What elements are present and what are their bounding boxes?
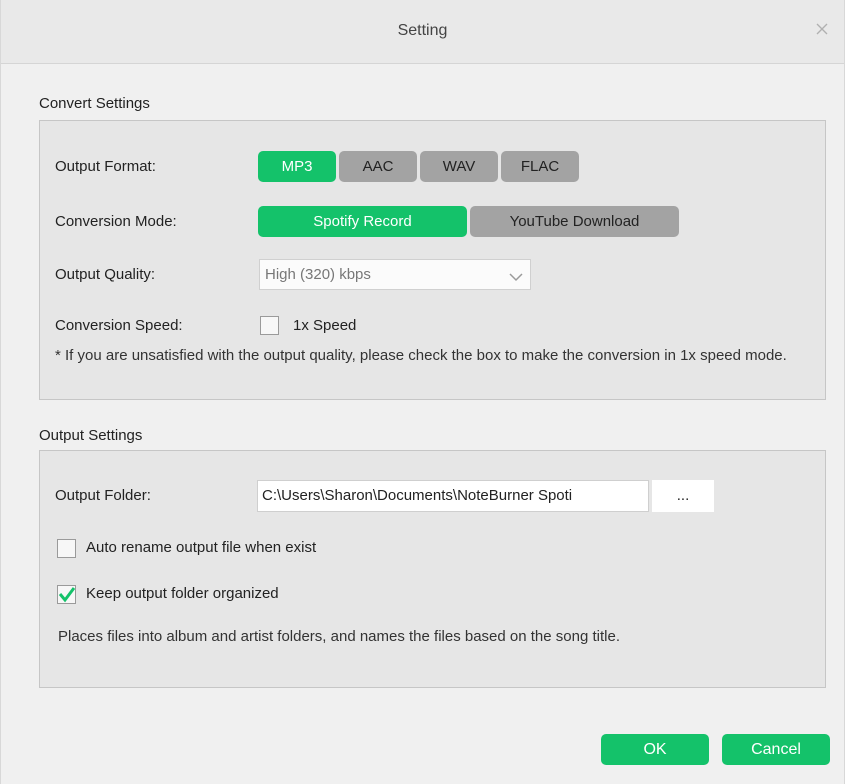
organize-description: Places files into album and artist folde… bbox=[58, 628, 620, 645]
format-wav-button[interactable]: WAV bbox=[420, 151, 498, 182]
chevron-down-icon bbox=[509, 269, 523, 282]
keep-organized-checkbox[interactable] bbox=[57, 585, 76, 604]
output-folder-label: Output Folder: bbox=[55, 487, 151, 504]
output-settings-panel: Output Folder: C:\Users\Sharon\Documents… bbox=[39, 450, 826, 688]
auto-rename-label: Auto rename output file when exist bbox=[86, 539, 317, 556]
speed-1x-label: 1x Speed bbox=[293, 317, 357, 334]
auto-rename-checkbox[interactable] bbox=[57, 539, 76, 558]
quality-note: * If you are unsatisfied with the output… bbox=[55, 347, 787, 364]
title-bar: Setting bbox=[1, 0, 844, 64]
dialog-title: Setting bbox=[397, 22, 448, 39]
output-settings-heading: Output Settings bbox=[39, 427, 143, 444]
close-icon[interactable] bbox=[812, 19, 832, 39]
settings-dialog: Setting Convert Settings Output Format: … bbox=[0, 0, 845, 784]
keep-organized-label: Keep output folder organized bbox=[86, 585, 279, 602]
speed-1x-checkbox[interactable] bbox=[260, 316, 279, 335]
format-mp3-button[interactable]: MP3 bbox=[258, 151, 336, 182]
browse-folder-button[interactable]: ... bbox=[652, 480, 714, 512]
format-flac-button[interactable]: FLAC bbox=[501, 151, 579, 182]
convert-settings-panel: Output Format: MP3 AAC WAV FLAC Conversi… bbox=[39, 120, 826, 400]
mode-youtube-download-button[interactable]: YouTube Download bbox=[470, 206, 679, 237]
output-quality-label: Output Quality: bbox=[55, 266, 156, 283]
output-quality-select[interactable]: High (320) kbps bbox=[259, 259, 531, 290]
convert-settings-heading: Convert Settings bbox=[39, 95, 150, 112]
format-aac-button[interactable]: AAC bbox=[339, 151, 417, 182]
conversion-speed-label: Conversion Speed: bbox=[55, 317, 183, 334]
cancel-button[interactable]: Cancel bbox=[722, 734, 830, 765]
mode-spotify-record-button[interactable]: Spotify Record bbox=[258, 206, 467, 237]
output-format-label: Output Format: bbox=[55, 158, 156, 175]
checkmark-icon bbox=[58, 587, 76, 603]
output-quality-value: High (320) kbps bbox=[265, 266, 371, 283]
output-folder-input[interactable]: C:\Users\Sharon\Documents\NoteBurner Spo… bbox=[257, 480, 649, 512]
ok-button[interactable]: OK bbox=[601, 734, 709, 765]
conversion-mode-label: Conversion Mode: bbox=[55, 213, 177, 230]
